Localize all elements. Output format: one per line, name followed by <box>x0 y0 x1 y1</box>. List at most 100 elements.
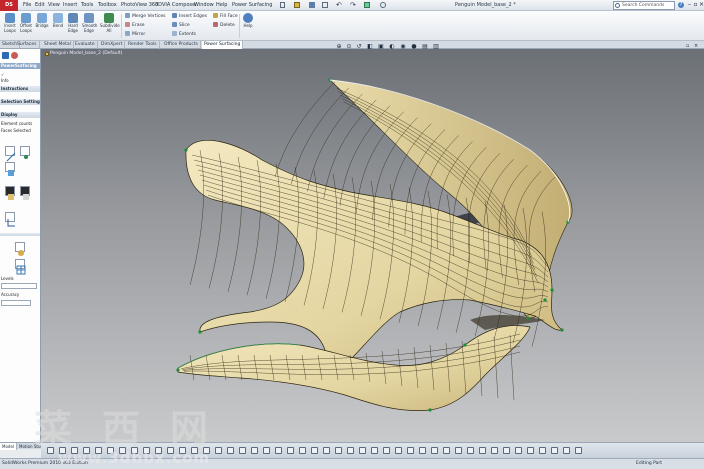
loft-icon[interactable] <box>443 447 450 454</box>
penguin-surface-model[interactable] <box>41 49 704 442</box>
menu-insert[interactable]: Insert <box>61 0 79 11</box>
hole-icon[interactable] <box>395 447 402 454</box>
trim-icon[interactable] <box>311 447 318 454</box>
rib-icon[interactable] <box>467 447 474 454</box>
new-doc-icon[interactable] <box>280 2 285 8</box>
offset-loops-button[interactable]: Offset Loops <box>19 13 33 33</box>
circle-icon[interactable] <box>251 447 258 454</box>
control-vertex[interactable] <box>198 330 202 334</box>
line-icon[interactable] <box>239 447 246 454</box>
search-icon[interactable] <box>615 3 620 8</box>
bend-button[interactable]: Bend <box>51 13 65 29</box>
menu-file[interactable]: File <box>21 0 33 11</box>
help-icon[interactable]: ? <box>678 2 684 8</box>
tab-surfaces[interactable]: Surfaces <box>15 41 40 49</box>
menu-edit[interactable]: Edit <box>33 0 47 11</box>
rebuild-icon[interactable] <box>364 2 370 8</box>
subdivide-all-button[interactable]: Subdivide All <box>100 13 120 33</box>
tab-power-surfacing[interactable]: Power Surfacing <box>202 41 244 49</box>
open-folder-icon[interactable] <box>294 2 300 8</box>
pattern-icon[interactable] <box>359 447 366 454</box>
part-icon[interactable] <box>45 52 49 56</box>
feature-tree-flyout-label[interactable]: Penguin Model_base_2 (Default) <box>50 51 122 56</box>
scale-icon[interactable] <box>491 447 498 454</box>
dimension-icon[interactable] <box>299 447 306 454</box>
fillet-icon[interactable] <box>371 447 378 454</box>
section-selection-settings[interactable]: Selection Settings <box>0 99 40 105</box>
accuracy-slider[interactable] <box>1 300 31 306</box>
arc-icon[interactable] <box>263 447 270 454</box>
tab-office-products[interactable]: Office Products <box>162 41 201 49</box>
axis-toggle-button[interactable] <box>5 212 15 227</box>
smooth-edge-button[interactable]: Smooth Edge <box>82 13 97 33</box>
tab-sheet-metal[interactable]: Sheet Metal <box>42 41 74 49</box>
menu-toolbox[interactable]: Toolbox <box>96 0 119 11</box>
control-vertex[interactable] <box>428 408 432 412</box>
tab-render-tools[interactable]: Render Tools <box>126 41 160 49</box>
graphics-viewport[interactable] <box>41 49 704 442</box>
edge-select-button[interactable] <box>5 146 16 162</box>
extend-icon[interactable] <box>323 447 330 454</box>
levels-field[interactable] <box>1 283 37 289</box>
save-icon[interactable] <box>309 2 315 8</box>
erase-button[interactable]: Erase <box>125 22 145 29</box>
draft-icon[interactable] <box>479 447 486 454</box>
mirror-button[interactable]: Mirror <box>125 31 145 38</box>
app-logo[interactable]: DS <box>0 0 18 11</box>
offset-icon[interactable] <box>335 447 342 454</box>
section-display[interactable]: Display <box>0 112 40 118</box>
menu-tools[interactable]: Tools <box>79 0 95 11</box>
control-vertex[interactable] <box>184 148 188 152</box>
delete-icon[interactable] <box>527 447 534 454</box>
menu-view[interactable]: View <box>46 0 62 11</box>
vertex-select-button[interactable] <box>20 146 30 159</box>
redo-icon[interactable]: ↷ <box>350 1 356 10</box>
control-vertex[interactable] <box>526 316 530 320</box>
bridge-button[interactable]: Bridge <box>35 13 49 29</box>
insert-edges-button[interactable]: Insert Edges <box>172 13 207 20</box>
insert-loops-button[interactable]: Insert Loops <box>3 13 17 33</box>
search-input[interactable]: Search Commands <box>613 1 675 10</box>
fill-face-button[interactable]: Fill Face <box>213 13 238 20</box>
extrude-icon[interactable] <box>407 447 414 454</box>
control-vertex[interactable] <box>560 328 564 332</box>
delete-button[interactable]: Delete <box>213 22 235 29</box>
mirror-icon[interactable] <box>347 447 354 454</box>
slice-button[interactable]: Slice <box>172 22 190 29</box>
rectangle-icon[interactable] <box>287 447 294 454</box>
extents-button[interactable]: Extents <box>172 31 196 38</box>
hard-edge-button[interactable]: Hard Edge <box>66 13 80 33</box>
tab-evaluate[interactable]: Evaluate <box>73 41 98 49</box>
sweep-icon[interactable] <box>431 447 438 454</box>
property-manager-icon[interactable] <box>11 52 18 59</box>
options-icon[interactable] <box>575 447 582 454</box>
subdivision-button[interactable] <box>15 259 26 275</box>
display-mode-b-button[interactable] <box>20 186 30 200</box>
redo-icon[interactable] <box>551 447 558 454</box>
chamfer-icon[interactable] <box>383 447 390 454</box>
shell-icon[interactable] <box>455 447 462 454</box>
feature-tree-icon[interactable] <box>2 52 9 59</box>
options-icon[interactable] <box>380 2 386 8</box>
tab-dimxpert[interactable]: DimXpert <box>99 41 126 49</box>
tab-model[interactable]: Model <box>0 443 18 450</box>
spline-icon[interactable] <box>275 447 282 454</box>
help-button[interactable]: Help <box>241 13 255 29</box>
print-icon[interactable] <box>322 2 328 8</box>
menu-help[interactable]: Help <box>214 0 229 11</box>
merge-vertices-button[interactable]: Merge Vertices <box>125 13 165 20</box>
material-button[interactable] <box>15 242 25 256</box>
menu-window[interactable]: Window <box>192 0 216 11</box>
undo-icon[interactable]: ↶ <box>336 1 342 10</box>
face-select-button[interactable] <box>5 162 15 176</box>
ok-icon[interactable]: ✓ <box>1 72 4 77</box>
control-vertex[interactable] <box>463 343 467 347</box>
section-instructions[interactable]: Instructions <box>0 86 40 92</box>
copy-icon[interactable] <box>515 447 522 454</box>
revolve-icon[interactable] <box>419 447 426 454</box>
control-vertex[interactable] <box>543 298 547 302</box>
display-mode-a-button[interactable] <box>5 186 15 200</box>
move-icon[interactable] <box>503 447 510 454</box>
menu-power-surfacing[interactable]: Power Surfacing <box>230 0 274 11</box>
close-icon[interactable]: × <box>698 1 704 9</box>
